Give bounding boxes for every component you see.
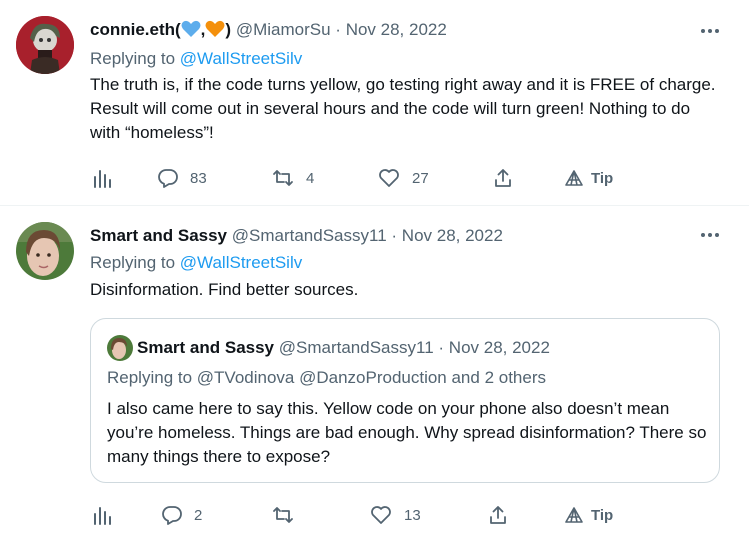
like-count: 13 [404,506,421,524]
tweet-text: The truth is, if the code turns yellow, … [90,75,716,142]
handle[interactable]: @SmartandSassy11 [232,226,387,245]
tip-label: Tip [591,506,614,524]
share-icon [495,169,511,187]
share-button[interactable] [493,166,513,190]
action-bar: 2 13 Tip [90,503,730,527]
retweet-icon [273,170,293,186]
quoted-header: Smart and Sassy @SmartandSassy11 · Nov 2… [137,337,550,359]
analytics-button[interactable] [92,503,112,527]
separator-dot: · [335,20,341,39]
like-button[interactable]: 13 [370,503,421,527]
quoted-display-name: Smart and Sassy [137,338,275,357]
reply-button[interactable]: 83 [158,166,207,190]
retweet-count: 4 [306,169,315,187]
timestamp[interactable]: Nov 28, 2022 [402,226,503,245]
avatar[interactable] [16,16,74,74]
replying-to-link[interactable]: @WallStreetSilv [180,253,302,272]
analytics-button[interactable] [92,166,112,190]
more-options-icon[interactable] [699,224,721,246]
orange-heart-icon [205,20,225,44]
retweet-button[interactable]: 4 [272,166,314,190]
display-name[interactable]: connie.eth(,) [90,20,231,39]
share-icon [490,506,506,524]
tip-icon [565,507,583,523]
analytics-icon [94,507,111,525]
display-name-end: ) [225,20,232,39]
avatar[interactable] [16,222,74,280]
action-bar: 83 4 27 Tip [90,166,730,190]
like-button[interactable]: 27 [378,166,429,190]
reply-count: 2 [194,506,203,524]
replying-prefix: Replying to [90,253,176,272]
heart-icon [371,506,391,524]
blue-heart-icon [181,20,201,44]
timestamp[interactable]: Nov 28, 2022 [346,20,447,39]
like-count: 27 [412,169,429,187]
replying-to-link[interactable]: @WallStreetSilv [180,49,302,68]
handle[interactable]: @MiamorSu [236,20,331,39]
replying-prefix: Replying to [90,49,176,68]
quoted-text: I also came here to say this. Yellow cod… [107,399,707,466]
tip-button[interactable]: Tip [564,166,613,190]
reply-icon [162,506,182,525]
display-name[interactable]: Smart and Sassy [90,226,227,245]
tip-label: Tip [591,169,614,187]
tweet-1[interactable]: connie.eth(,) @MiamorSu · Nov 28, 2022 R… [0,0,749,205]
replying-to: Replying to @WallStreetSilv [90,252,302,274]
replying-to: Replying to @WallStreetSilv [90,48,302,70]
retweet-icon [273,507,293,523]
separator-dot: · [438,338,445,357]
analytics-icon [94,170,111,188]
separator-dot: · [391,226,398,245]
heart-icon [379,169,399,187]
tip-button[interactable]: Tip [564,503,613,527]
tweet-header: connie.eth(,) @MiamorSu · Nov 28, 2022 [90,19,447,44]
retweet-button[interactable] [272,503,306,527]
quoted-avatar [107,335,133,361]
tweet-text: Disinformation. Find better sources. [90,280,359,299]
reply-icon [158,169,178,188]
reply-button[interactable]: 2 [162,503,202,527]
tweet-header: Smart and Sassy @SmartandSassy11 · Nov 2… [90,225,503,247]
reply-count: 83 [190,169,207,187]
share-button[interactable] [488,503,508,527]
quoted-tweet[interactable]: Smart and Sassy @SmartandSassy11 · Nov 2… [90,318,720,483]
quoted-handle: @SmartandSassy11 [278,338,434,357]
tip-icon [565,170,583,186]
quoted-timestamp: Nov 28, 2022 [448,338,550,357]
quoted-replying-to: Replying to @TVodinova @DanzoProduction … [107,368,546,387]
display-name-start[interactable]: connie.eth( [90,20,181,39]
more-options-icon[interactable] [699,20,721,42]
